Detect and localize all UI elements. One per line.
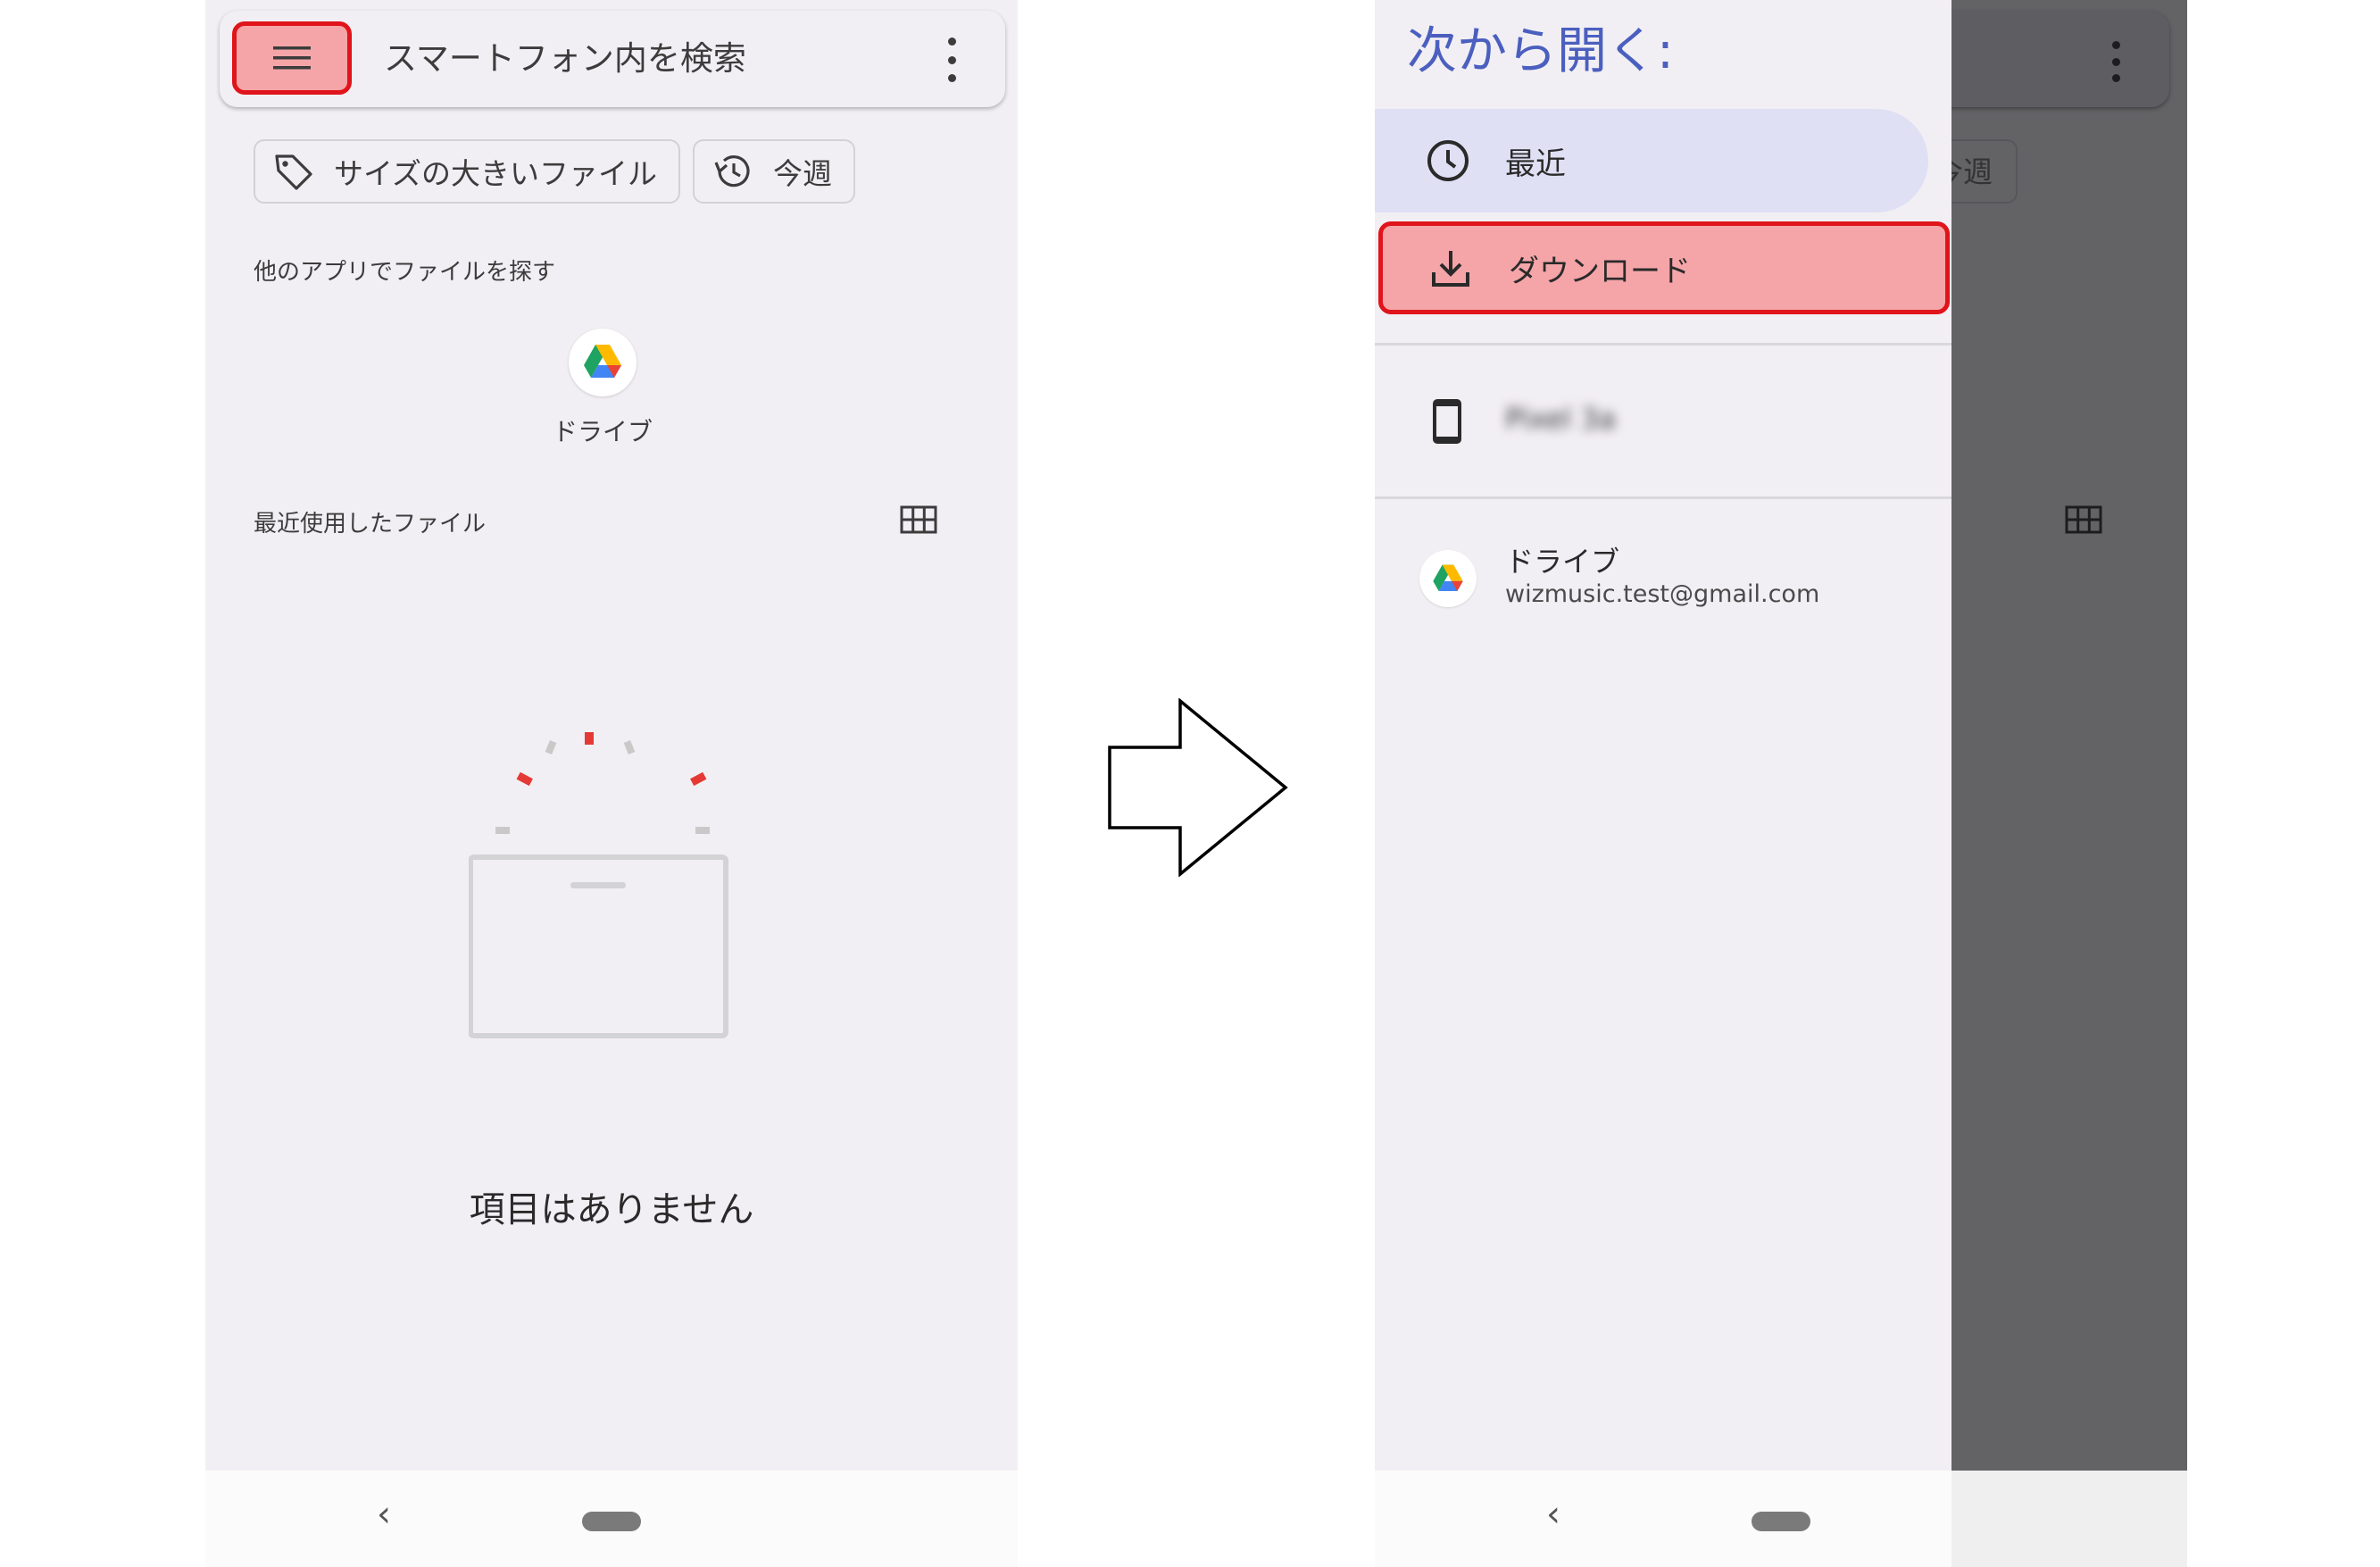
drawer-item-downloads[interactable]: ダウンロード — [1378, 221, 1950, 314]
history-icon — [714, 155, 750, 188]
recent-files-heading: 最近使用したファイル — [254, 511, 487, 538]
other-apps-heading: 他のアプリでファイルを探す — [254, 259, 556, 286]
files-home-screen: スマートフォン内を検索 サイズの大きいファイル 今週 他のアプリでファイルを探す… — [205, 0, 1018, 1567]
search-input[interactable]: スマートフォン内を検索 — [384, 11, 746, 107]
more-options-icon[interactable] — [943, 38, 961, 82]
dimmed-grid-view-icon — [2065, 505, 2102, 534]
phone-icon — [1432, 398, 1462, 445]
transition-arrow-icon — [1108, 698, 1288, 877]
menu-button[interactable] — [232, 21, 352, 95]
divider — [1375, 343, 1951, 346]
drawer-item-label: ダウンロード — [1509, 253, 1691, 289]
grid-view-icon[interactable] — [900, 505, 937, 534]
system-nav-bar: ‹ — [205, 1471, 1018, 1567]
drive-account-email: wizmusic.test@gmail.com — [1505, 580, 1820, 608]
divider — [1375, 496, 1951, 499]
device-name-blurred: Pixel 3a — [1505, 402, 1617, 436]
nav-bar-behind-scrim — [1951, 1471, 2187, 1567]
google-drive-icon — [1433, 564, 1463, 591]
files-drawer-screen: 今週 次から開く: 最近 ダウンロード Pixel 3a ドライブ wizmus… — [1375, 0, 2187, 1567]
drawer-title: 次から開く: — [1407, 22, 1674, 80]
chip-label: 今週 — [773, 156, 832, 191]
clock-icon — [1425, 138, 1471, 184]
drawer-item-label: 最近 — [1505, 146, 1566, 182]
drive-title: ドライブ — [1505, 545, 1620, 579]
chip-label: サイズの大きいファイル — [334, 156, 658, 191]
tag-icon — [275, 154, 312, 190]
chip-large-files[interactable]: サイズの大きいファイル — [254, 139, 681, 204]
drawer-item-recent[interactable]: 最近 — [1375, 109, 1928, 213]
drive-app-shortcut[interactable]: ドライブ — [545, 329, 661, 448]
search-bar[interactable]: スマートフォン内を検索 — [220, 11, 1005, 107]
empty-state-message: 項目はありません — [469, 1189, 754, 1230]
back-icon[interactable]: ‹ — [1546, 1494, 1560, 1535]
chip-this-week[interactable]: 今週 — [693, 139, 855, 204]
drawer-scrim[interactable] — [1951, 0, 2187, 1567]
system-nav-bar: ‹ — [1375, 1471, 1951, 1567]
download-icon — [1428, 246, 1473, 290]
drawer-item-drive[interactable]: ドライブ wizmusic.test@gmail.com — [1375, 527, 1951, 634]
drive-app-label: ドライブ — [552, 417, 653, 446]
hamburger-menu-icon — [273, 46, 311, 70]
drawer-item-device[interactable]: Pixel 3a — [1375, 373, 1951, 471]
back-icon[interactable]: ‹ — [377, 1494, 391, 1535]
home-pill[interactable] — [1752, 1512, 1810, 1531]
dimmed-more-options-icon — [2107, 41, 2125, 82]
home-pill[interactable] — [582, 1512, 641, 1531]
google-drive-icon — [584, 345, 621, 378]
navigation-drawer: 次から開く: 最近 ダウンロード Pixel 3a ドライブ wizmusic.… — [1375, 0, 1951, 1567]
empty-box-illustration — [469, 732, 728, 1038]
